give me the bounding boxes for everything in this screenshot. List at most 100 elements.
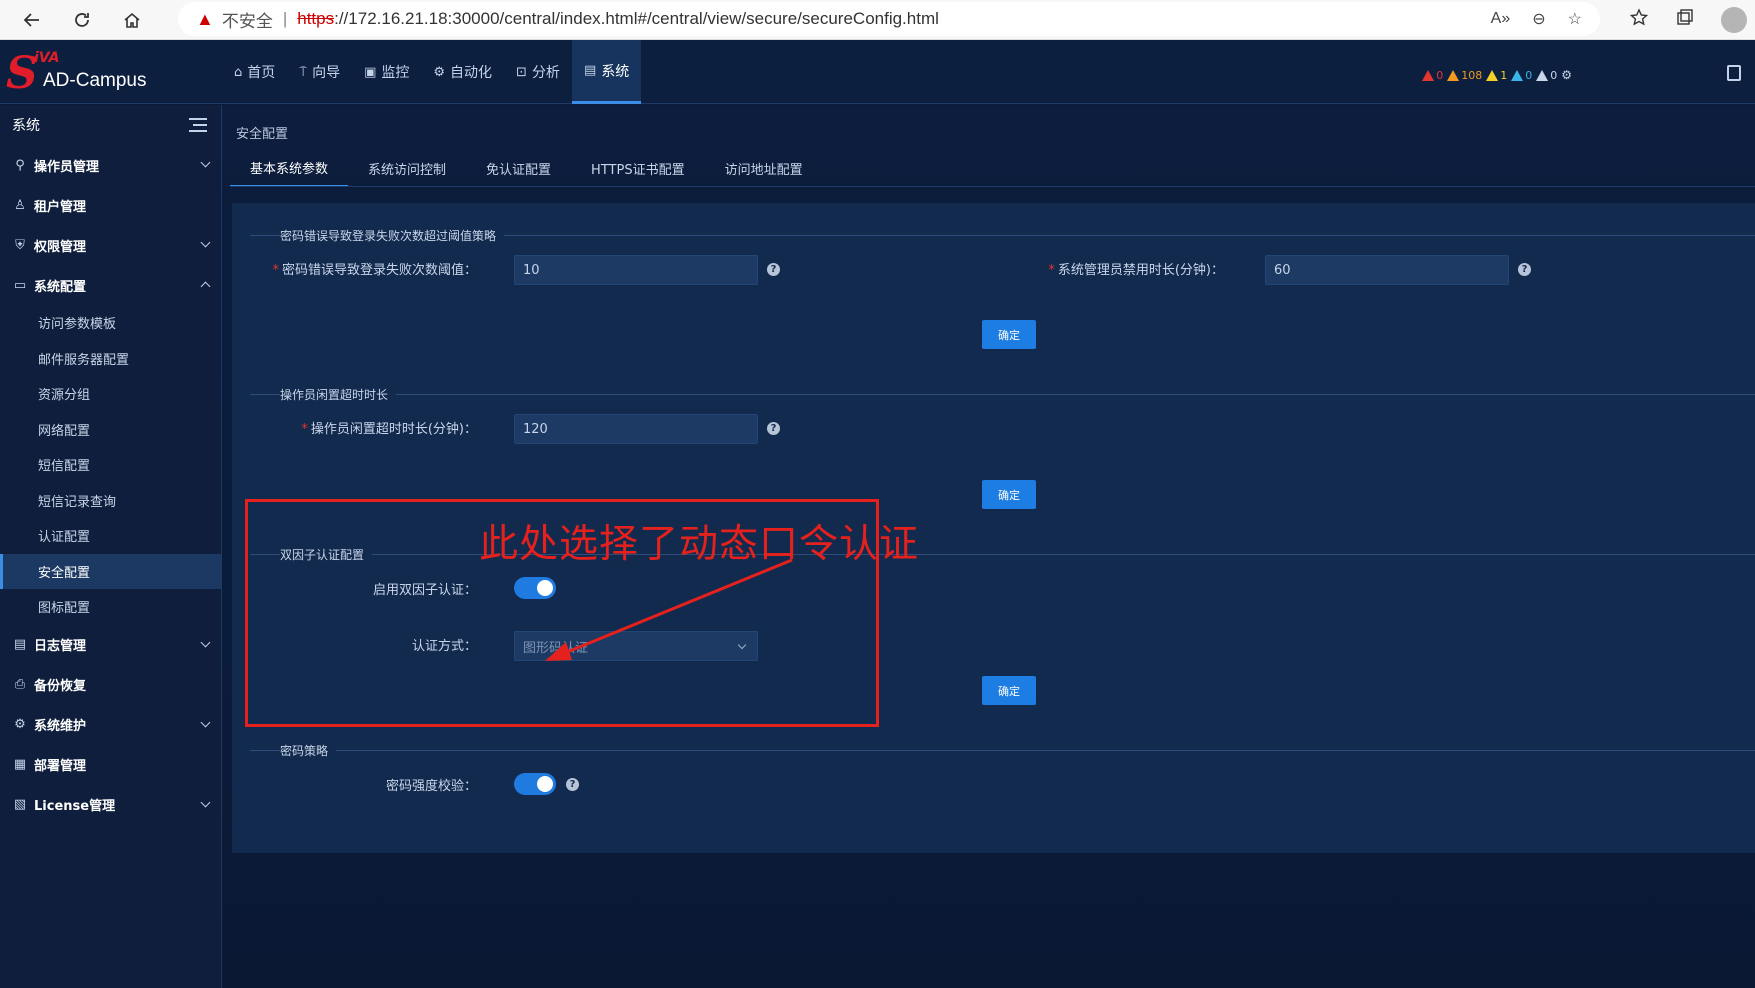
read-aloud-icon[interactable]: A» (1491, 10, 1511, 28)
sidebar-header: 系统 (0, 105, 221, 145)
document-icon[interactable] (1727, 65, 1741, 81)
system-icon: ▤ (583, 63, 597, 78)
topnav-automation[interactable]: ⚙ 自动化 (421, 40, 504, 104)
alarm-settings-icon[interactable]: ⚙ (1561, 68, 1572, 82)
url-protocol: https (297, 9, 335, 28)
monitor-icon: ▣ (364, 64, 377, 80)
favorite-add-icon[interactable]: ☆ (1568, 9, 1582, 29)
chevron-down-icon (200, 717, 211, 727)
sidebar-item-label: 权限管理 (34, 239, 87, 255)
section-title-password: 密码策略 (250, 740, 1755, 760)
alarm-critical[interactable]: 0 (1422, 69, 1443, 82)
alarm-major[interactable]: 108 (1447, 69, 1482, 82)
config-tabs: 基本系统参数 系统访问控制 免认证配置 HTTPS证书配置 访问地址配置 (230, 149, 823, 187)
topnav-system[interactable]: ▤ 系统 (571, 40, 642, 104)
favorites-icon[interactable] (1629, 8, 1649, 32)
sidebar-item-label: 租户管理 (34, 199, 87, 215)
guide-icon: ⍑ (299, 64, 308, 80)
alarm-count: 0 (1436, 68, 1444, 82)
sidebar-subitem-mail-server[interactable]: 邮件服务器配置 (0, 341, 221, 377)
tab-access-address[interactable]: 访问地址配置 (705, 149, 823, 187)
topnav-label: 系统 (601, 63, 630, 80)
sidebar-title: 系统 (12, 118, 40, 134)
sidebar-subitem-icon[interactable]: 图标配置 (0, 589, 221, 625)
alarm-minor[interactable]: 1 (1486, 69, 1507, 82)
sidebar-item-label: 部署管理 (34, 759, 87, 774)
threshold-input[interactable]: 10 (514, 255, 758, 285)
sidebar-subitem-sms[interactable]: 短信配置 (0, 447, 221, 483)
sidebar-item-backup[interactable]: ⎙ 备份恢复 (0, 665, 221, 705)
topnav-label: 监控 (381, 65, 410, 81)
operator-icon: ⚲ (15, 157, 25, 173)
sidebar-subitem-resource-group[interactable]: 资源分组 (0, 376, 221, 412)
tab-access-control[interactable]: 系统访问控制 (348, 149, 466, 187)
confirm-button-idle[interactable]: 确定 (982, 480, 1036, 509)
sidebar-item-permission[interactable]: ⛨ 权限管理 (0, 225, 221, 265)
sidebar-item-log[interactable]: ▤ 日志管理 (0, 625, 221, 665)
refresh-icon[interactable] (64, 2, 100, 38)
sidebar-subitem-security[interactable]: 安全配置 (0, 553, 221, 589)
alarm-count: 108 (1461, 68, 1483, 82)
url-text: ://172.16.21.18:30000/central/index.html… (334, 9, 939, 28)
profile-avatar[interactable] (1721, 7, 1747, 33)
password-strength-toggle[interactable] (514, 773, 556, 795)
tab-basic-params[interactable]: 基本系统参数 (230, 149, 349, 187)
sidebar-item-deploy[interactable]: ▦ 部署管理 (0, 745, 221, 785)
home-icon: ⌂ (234, 64, 243, 80)
alarm-count: 0 (1525, 68, 1533, 82)
sidebar-item-operator[interactable]: ⚲ 操作员管理 (0, 145, 221, 185)
logo-small-text: iVA (34, 50, 60, 66)
topnav-guide[interactable]: ⍑ 向导 (287, 40, 352, 104)
back-icon[interactable] (14, 2, 50, 38)
tab-auth-exempt[interactable]: 免认证配置 (466, 149, 571, 187)
help-icon[interactable]: ? (566, 778, 579, 791)
tab-https-cert[interactable]: HTTPS证书配置 (571, 149, 705, 187)
collections-icon[interactable] (1675, 8, 1695, 32)
topnav-monitor[interactable]: ▣ 监控 (352, 40, 421, 104)
topnav-label: 自动化 (450, 65, 493, 81)
warning-alarm-icon (1511, 69, 1524, 81)
topnav-analysis[interactable]: ⊡ 分析 (504, 40, 572, 104)
logo-mark: S (6, 48, 38, 99)
sidebar-item-config[interactable]: ▭ 系统配置 (0, 265, 221, 305)
topnav-label: 向导 (312, 65, 341, 81)
config-icon: ▭ (13, 277, 27, 293)
sidebar-item-label: 系统维护 (34, 719, 87, 734)
sidebar-subitem-sms-records[interactable]: 短信记录查询 (0, 483, 221, 519)
permission-icon: ⛨ (15, 237, 25, 253)
alarm-info[interactable]: 0 (1536, 69, 1557, 82)
help-icon[interactable]: ? (767, 422, 780, 435)
sidebar-item-label: License管理 (34, 799, 116, 814)
sidebar-subitem-auth[interactable]: 认证配置 (0, 518, 221, 554)
topnav-home[interactable]: ⌂ 首页 (222, 40, 287, 104)
sidebar-item-label: 日志管理 (34, 639, 87, 654)
confirm-button-two-factor[interactable]: 确定 (982, 676, 1036, 705)
alarm-summary[interactable]: 0 108 1 0 0 ⚙ (1422, 68, 1572, 82)
critical-alarm-icon (1422, 69, 1435, 81)
alarm-warning[interactable]: 0 (1511, 69, 1532, 82)
sidebar-item-tenant[interactable]: ♙ 租户管理 (0, 185, 221, 225)
sidebar-subitem-network[interactable]: 网络配置 (0, 412, 221, 448)
confirm-button-login-fail[interactable]: 确定 (982, 320, 1036, 349)
sidebar-item-license[interactable]: ▧ License管理 (0, 785, 221, 825)
chevron-down-icon (200, 797, 211, 807)
collapse-menu-icon[interactable] (189, 118, 207, 132)
home-browser-icon[interactable] (114, 2, 150, 38)
alarm-count: 0 (1550, 68, 1558, 82)
zoom-icon[interactable]: ⊖ (1532, 9, 1545, 29)
disable-duration-input[interactable]: 60 (1265, 255, 1509, 285)
help-icon[interactable]: ? (1518, 263, 1531, 276)
address-bar[interactable]: ▲ 不安全 | https ://172.16.21.18:30000/cent… (178, 2, 1600, 36)
sidebar-item-label: 操作员管理 (34, 159, 100, 175)
analysis-icon: ⊡ (516, 64, 527, 80)
sidebar: 系统 ⚲ 操作员管理 ♙ 租户管理 ⛨ 权限管理 ▭ 系统配置 访问参数模板 邮件服务器… (0, 105, 222, 988)
sidebar-subitem-access-template[interactable]: 访问参数模板 (0, 305, 221, 341)
chevron-down-icon (200, 157, 211, 168)
password-strength-label: 密码强度校验： (385, 779, 477, 794)
help-icon[interactable]: ? (767, 263, 780, 276)
browser-toolbar: ▲ 不安全 | https ://172.16.21.18:30000/cent… (0, 0, 1755, 40)
disable-duration-label: * 系统管理员禁用时长(分钟)： (1048, 263, 1224, 278)
sidebar-item-maintenance[interactable]: ⚙ 系统维护 (0, 705, 221, 745)
section-title-idle: 操作员闲置超时时长 (250, 384, 1755, 404)
idle-timeout-input[interactable]: 120 (514, 414, 758, 444)
